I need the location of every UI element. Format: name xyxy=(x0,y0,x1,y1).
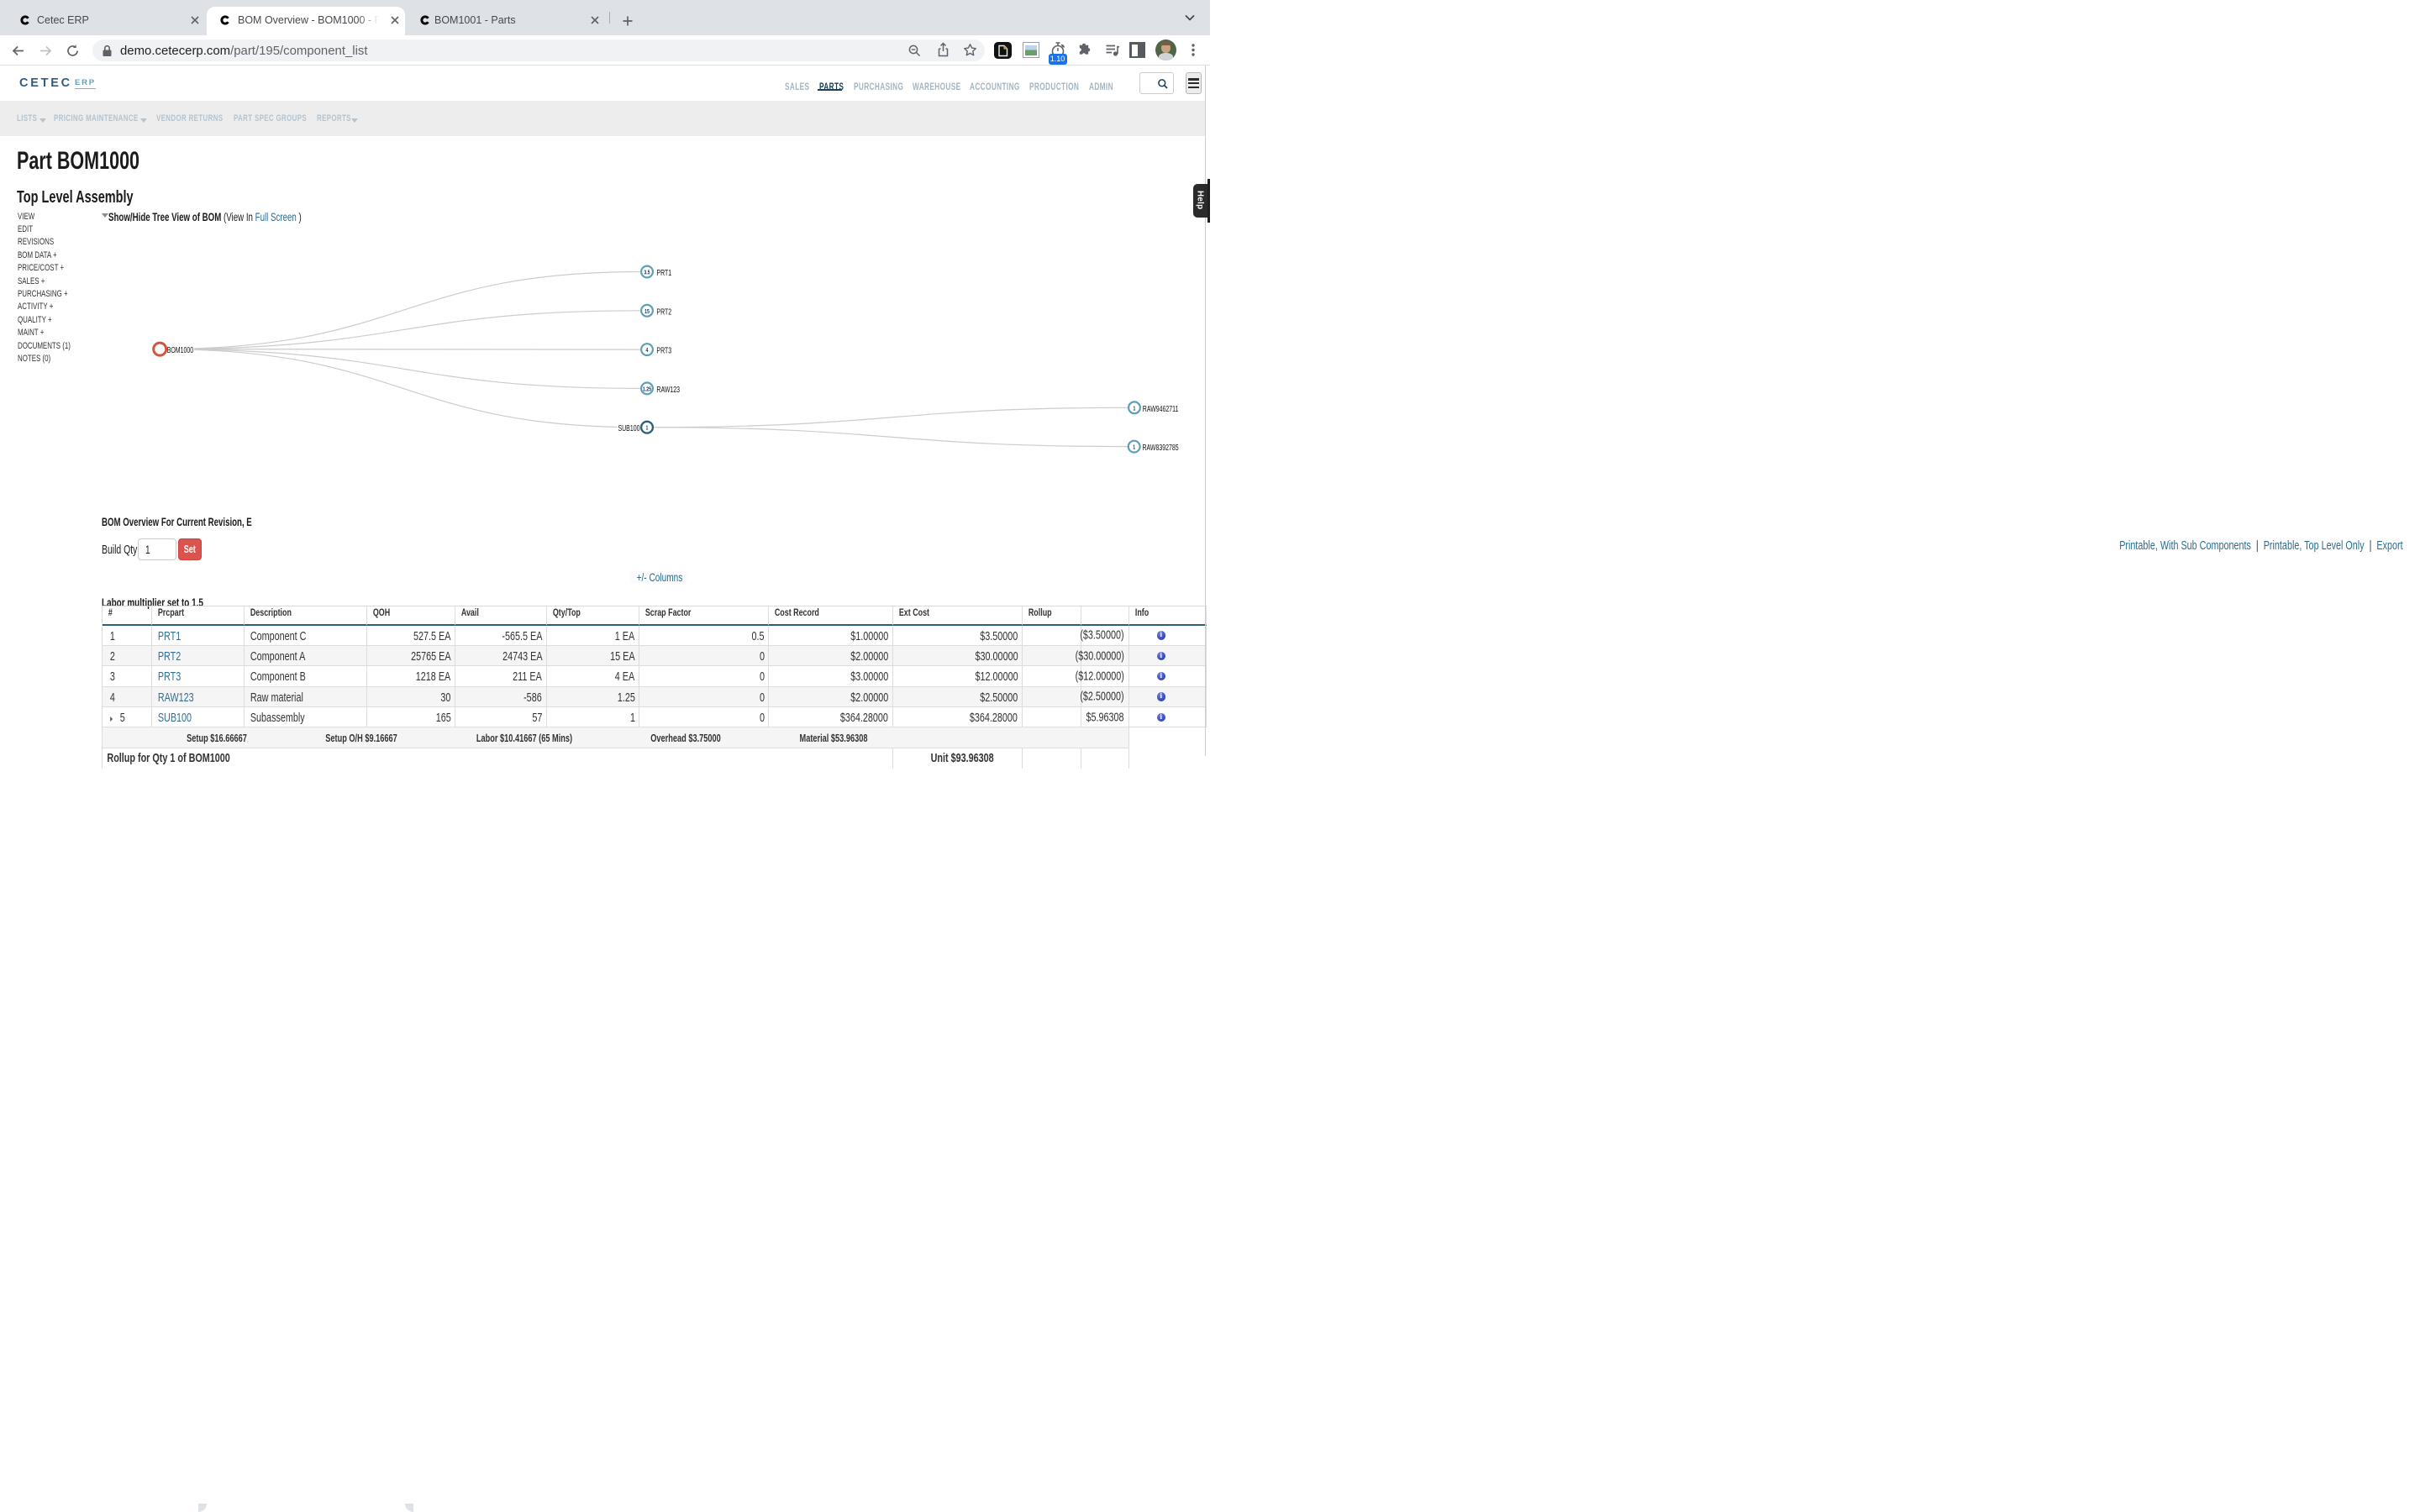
svg-text:4: 4 xyxy=(646,347,649,354)
svg-text:1.25: 1.25 xyxy=(643,386,652,393)
svg-text:1: 1 xyxy=(1133,444,1135,451)
svg-text:PRT1: PRT1 xyxy=(656,268,671,277)
svg-text:1: 1 xyxy=(1134,406,1136,412)
svg-text:RAW9462711: RAW9462711 xyxy=(1143,404,1179,413)
svg-text:BOM1000: BOM1000 xyxy=(167,345,194,354)
svg-text:SUB100: SUB100 xyxy=(618,423,639,433)
svg-text:15: 15 xyxy=(644,308,650,315)
svg-text:RAW123: RAW123 xyxy=(656,385,680,394)
svg-text:1: 1 xyxy=(646,425,649,432)
svg-text:PRT3: PRT3 xyxy=(656,345,671,354)
svg-text:PRT2: PRT2 xyxy=(656,307,671,316)
svg-text:3.5: 3.5 xyxy=(644,270,650,276)
svg-text:RAW8392785: RAW8392785 xyxy=(1143,443,1179,452)
